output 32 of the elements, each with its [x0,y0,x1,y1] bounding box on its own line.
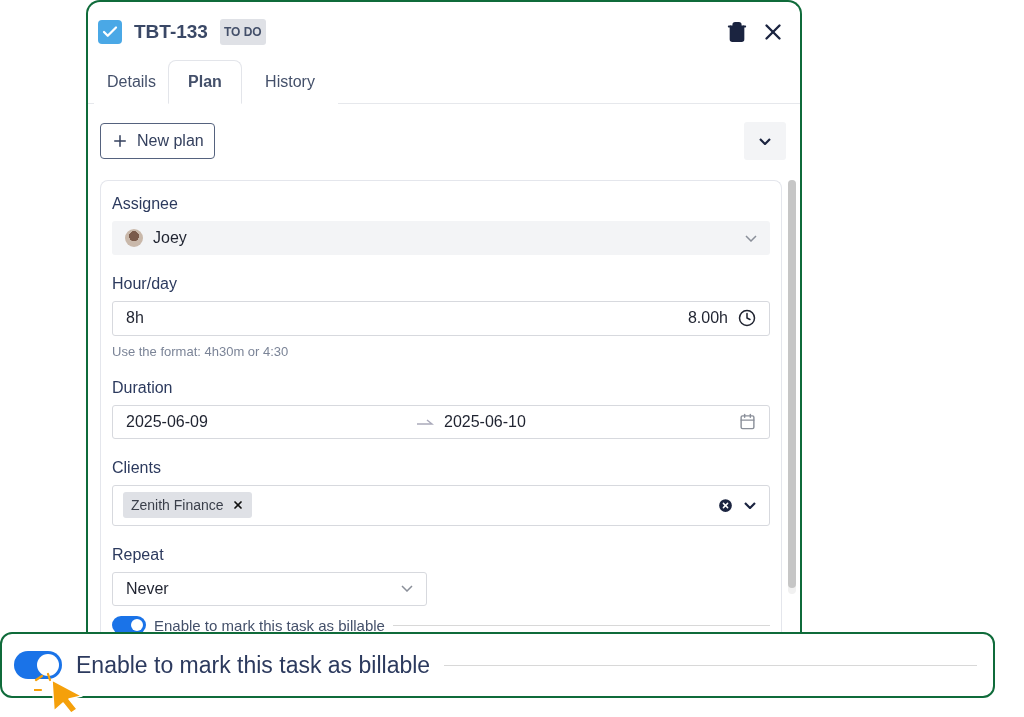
task-checkbox[interactable] [98,20,122,44]
hours-field[interactable]: 8h 8.00h [112,301,770,336]
tab[interactable]: Plan [168,60,242,104]
repeat-select[interactable]: Never [112,571,427,606]
task-key: TBT-133 [134,21,208,43]
chevron-down-icon [744,501,756,509]
billable-toggle[interactable] [14,651,62,679]
remove-icon[interactable] [231,499,244,512]
clock-icon [738,309,756,328]
plus-icon [111,132,129,150]
field-label: Clients [112,459,162,478]
clients-select[interactable]: Zenith Finance [112,485,770,526]
billable-label: Enable to mark this task as billable [76,651,431,679]
hint-text: Use the format: 4h30m or 4:30 [112,343,290,359]
scrollbar-thumb[interactable] [788,180,796,588]
calendar-icon [739,413,756,431]
field-label: Duration [112,378,174,397]
delete-button[interactable] [726,21,748,43]
chevron-down-icon [759,137,771,145]
status-badge: TO DO [219,19,266,45]
client-tag: Zenith Finance [123,492,252,519]
field-label: Assignee [112,195,179,213]
avatar-icon [125,229,143,248]
new-plan-button[interactable]: New plan [100,123,215,159]
chevron-down-icon [745,234,757,242]
billable-label: Enable to mark this task as billable [154,616,385,634]
clear-icon[interactable] [717,496,734,514]
chevron-down-icon [401,585,413,593]
date-range-field[interactable]: 2025-06-09 2025-06-10 [112,404,770,440]
field-label: Repeat [112,545,165,564]
field-label: Hour/day [112,275,178,294]
assignee-select[interactable]: Joey [112,221,770,256]
